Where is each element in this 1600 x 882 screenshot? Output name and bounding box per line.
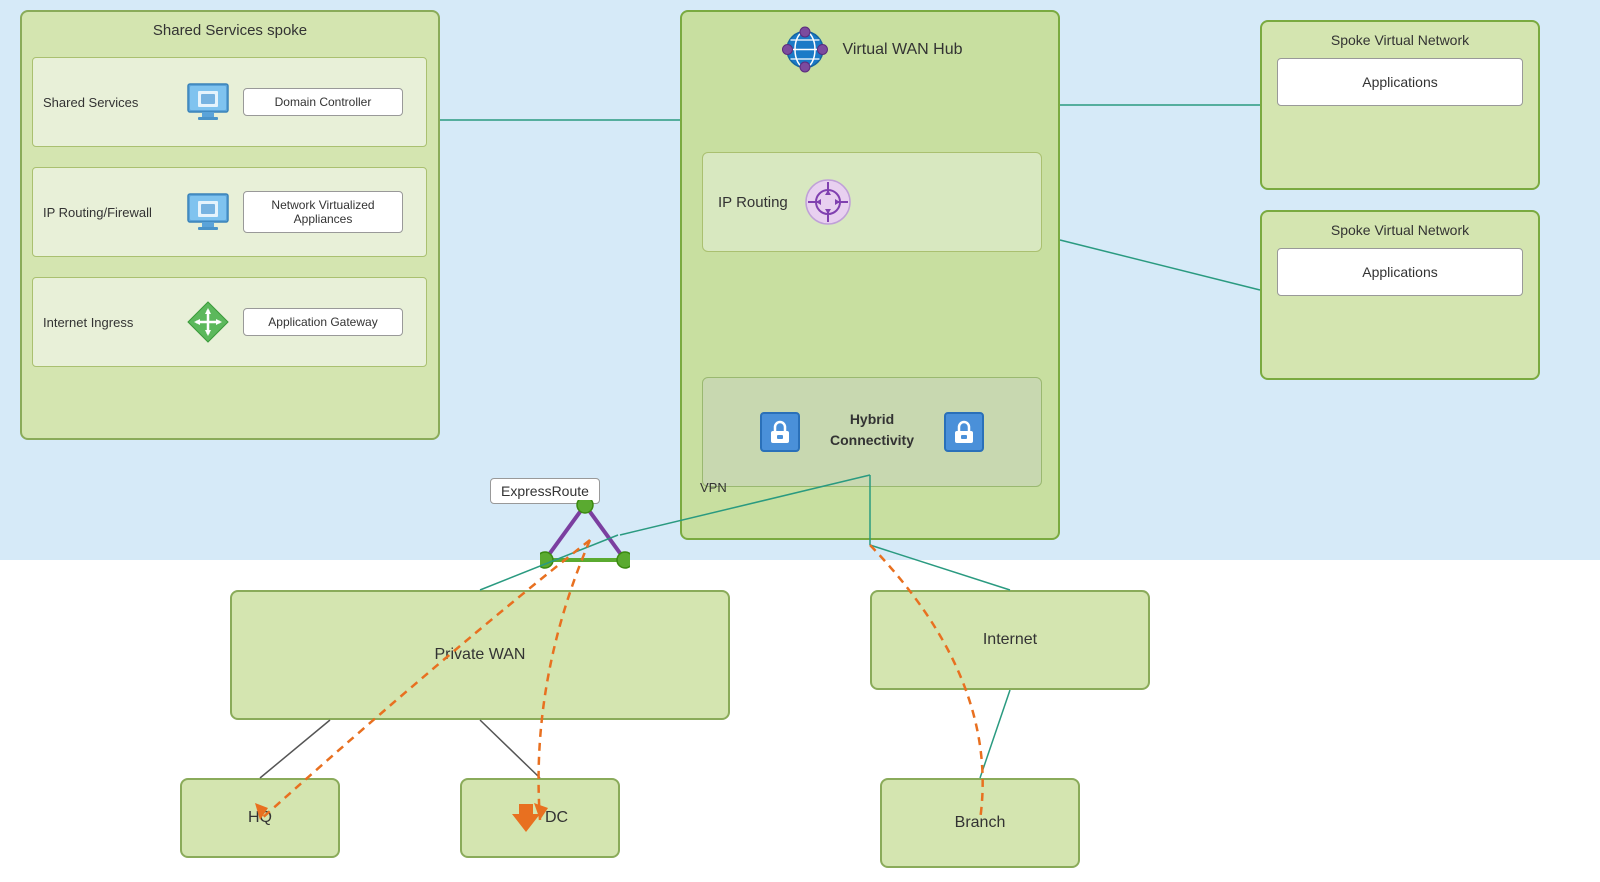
vwan-hub-title-area: Virtual WAN Hub [777,22,962,77]
hybrid-connectivity-title: Hybrid [830,411,914,427]
dc-box: DC [460,778,620,858]
ip-routing-firewall-label: IP Routing/Firewall [43,205,173,220]
vwan-hub-title: Virtual WAN Hub [842,41,962,59]
globe-icon [777,22,832,77]
hybrid-connectivity-box: Hybrid Connectivity [702,377,1042,487]
hybrid-lock-right [944,412,984,452]
private-wan-label: Private WAN [435,646,526,664]
domain-controller-box: Domain Controller [243,88,403,116]
application-gateway-box: Application Gateway [243,308,403,336]
spoke-vnet-1-app: Applications [1277,58,1523,106]
shared-services-spoke: Shared Services spoke Shared Services Do… [20,10,440,440]
hybrid-connectivity-subtitle: Connectivity [830,432,914,448]
private-wan-box: Private WAN [230,590,730,720]
spoke-vnet-2: Spoke Virtual Network Applications [1260,210,1540,380]
ip-routing-box: IP Routing [702,152,1042,252]
internet-ingress-label: Internet Ingress [43,315,173,330]
network-appliances-box: Network VirtualizedAppliances [243,191,403,233]
branch-label: Branch [955,814,1006,832]
internet-ingress-row: Internet Ingress Application Gateway [32,277,427,367]
dc-arrow-icon [512,804,540,832]
hq-label: HQ [248,809,272,827]
routing-icon [803,177,853,227]
vwan-hub: Virtual WAN Hub IP Routing [680,10,1060,540]
expressroute-icon [540,500,630,575]
branch-box: Branch [880,778,1080,868]
hybrid-lock-left [760,412,800,452]
internet-label: Internet [983,631,1037,649]
ip-routing-label: IP Routing [718,194,788,211]
monitor-icon-2 [183,187,233,237]
spoke-vnet-1: Spoke Virtual Network Applications [1260,20,1540,190]
dc-label: DC [545,809,568,827]
vpn-label: VPN [700,480,727,495]
ip-routing-row: IP Routing/Firewall Network VirtualizedA… [32,167,427,257]
spoke-vnet-2-app: Applications [1277,248,1523,296]
app-gateway-icon [183,297,233,347]
shared-services-spoke-title: Shared Services spoke [153,22,307,39]
shared-services-row: Shared Services Domain Controller [32,57,427,147]
internet-box: Internet [870,590,1150,690]
spoke-vnet-1-title: Spoke Virtual Network [1262,22,1538,53]
hq-box: HQ [180,778,340,858]
spoke-vnet-2-title: Spoke Virtual Network [1262,212,1538,243]
shared-services-label: Shared Services [43,95,173,110]
monitor-icon-1 [183,77,233,127]
